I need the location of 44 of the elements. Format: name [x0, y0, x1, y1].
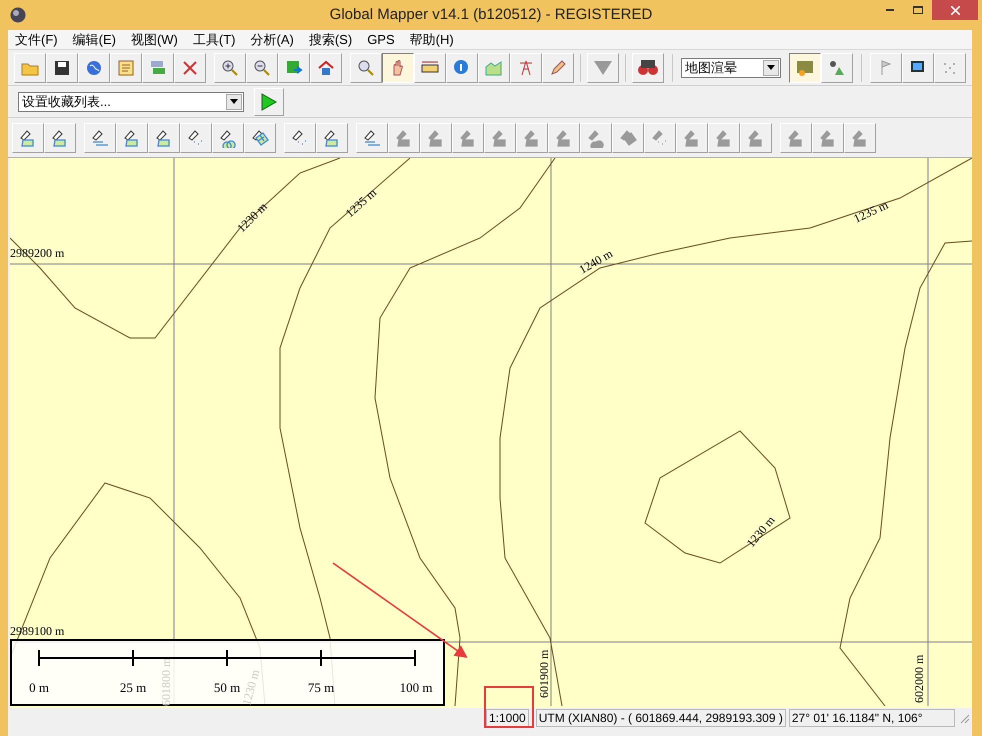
- scale-label: 100 m: [400, 680, 432, 695]
- highlight-frame: [484, 686, 534, 728]
- contour-label: 1240 m: [576, 246, 615, 277]
- pencil-icon: [548, 58, 568, 78]
- projection-readout: UTM (XIAN80) - ( 601869.444, 2989193.309 ): [536, 709, 786, 727]
- caret-icon: [767, 65, 776, 70]
- grid-label: 601900 m: [537, 650, 551, 698]
- doc-icon: [116, 58, 136, 78]
- minimize-icon: [886, 9, 894, 11]
- dropdown-button[interactable]: [226, 94, 242, 110]
- favorites-select[interactable]: 设置收藏列表...: [18, 92, 244, 112]
- app-globe-icon: [10, 7, 26, 23]
- coordinate-readout: 27° 01' 16.1184" N, 106°: [788, 709, 955, 727]
- resize-grip-icon: [958, 712, 970, 724]
- scale-readout: 1:1000: [486, 709, 529, 727]
- scale-label: 75 m: [308, 680, 334, 695]
- menu-item[interactable]: GPS: [367, 30, 395, 50]
- menu-item[interactable]: 帮助(H): [410, 30, 454, 50]
- menu-item[interactable]: 文件(F): [15, 30, 58, 50]
- render-select[interactable]: 地图渲晕: [680, 58, 782, 78]
- menu-item[interactable]: 视图(W): [130, 30, 178, 50]
- close-button[interactable]: [932, 0, 978, 20]
- caret-icon: [230, 99, 238, 104]
- menu-item[interactable]: 搜索(S): [308, 30, 352, 50]
- zoomout-icon: [252, 58, 272, 78]
- zoomin-icon: [220, 58, 240, 78]
- scale-label: 0 m: [29, 680, 49, 695]
- scale-label: 50 m: [214, 680, 240, 695]
- select-value: 设置收藏列表...: [22, 95, 111, 108]
- play-icon: [261, 92, 277, 110]
- dropdown-button[interactable]: [763, 60, 780, 76]
- scale-label: 25 m: [120, 680, 146, 695]
- menu-item[interactable]: 分析(A): [250, 30, 294, 50]
- menu-item[interactable]: 工具(T): [192, 30, 236, 50]
- maximize-icon: [913, 6, 923, 14]
- select-value: 地图渲晕: [684, 61, 737, 74]
- menu-item[interactable]: 编辑(E): [72, 30, 116, 50]
- window-title: Global Mapper v14.1 (b120512) - REGISTERED: [330, 4, 652, 25]
- contour-label: 1235 m: [851, 198, 890, 226]
- grid-label: 602000 m: [912, 654, 926, 703]
- close-icon: [950, 6, 960, 14]
- binoculars-icon: [638, 58, 658, 78]
- play-button[interactable]: [254, 88, 284, 116]
- zoomtool-icon: [356, 58, 376, 78]
